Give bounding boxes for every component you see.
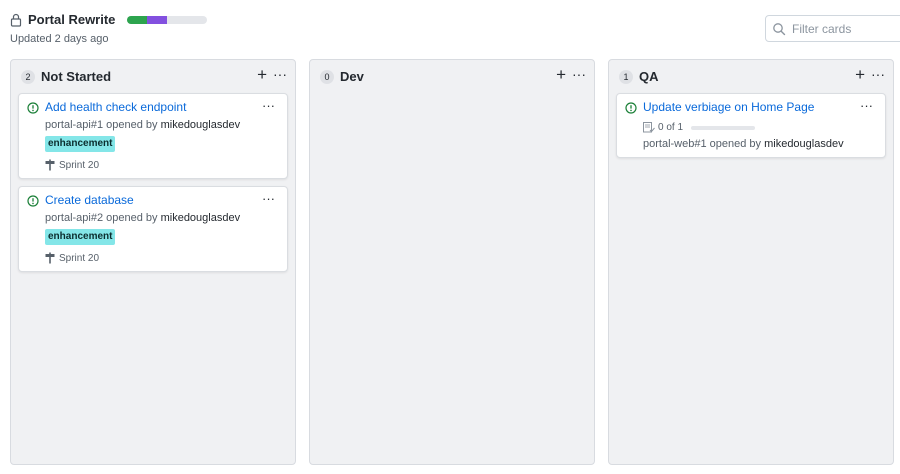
column-header: 2 Not Started + ··· [11, 60, 295, 93]
column-card-count: 1 [619, 70, 633, 84]
add-card-icon[interactable]: + [556, 65, 566, 85]
task-progress: 0 of 1 [643, 122, 756, 133]
title-row: Portal Rewrite [10, 12, 208, 27]
issue-meta: portal-web#1 opened by mikedouglasdev [643, 138, 844, 150]
column-title: Not Started [41, 69, 112, 84]
milestone[interactable]: Sprint 20 [45, 252, 99, 264]
column-card-count: 0 [320, 70, 334, 84]
task-progress-bar [691, 125, 756, 130]
column-more-options-icon[interactable]: ··· [572, 65, 586, 83]
issue-author-link[interactable]: mikedouglasdev [161, 212, 241, 224]
card-more-options-icon[interactable]: ··· [262, 98, 275, 113]
updated-timestamp: Updated 2 days ago [10, 33, 109, 45]
progress-in-progress-segment [147, 15, 168, 24]
opened-by-text: opened by [103, 119, 161, 131]
project-progress-bar [127, 15, 208, 24]
issue-title-link[interactable]: Create database [45, 193, 134, 207]
open-issue-icon [27, 102, 39, 114]
checklist-icon [643, 122, 655, 133]
filter-cards-input[interactable] [792, 21, 900, 36]
milestone-icon [45, 252, 55, 264]
label-enhancement[interactable]: enhancement [45, 229, 116, 245]
column-header: 1 QA + ··· [609, 60, 893, 93]
label-enhancement[interactable]: enhancement [45, 136, 116, 152]
issue-author-link[interactable]: mikedouglasdev [161, 119, 241, 131]
card-more-options-icon[interactable]: ··· [262, 191, 275, 206]
column-more-options-icon[interactable]: ··· [871, 65, 885, 83]
add-card-icon[interactable]: + [257, 65, 267, 85]
column-dev: 0 Dev + ··· [309, 59, 595, 465]
task-count: 0 of 1 [658, 122, 684, 133]
milestone-label: Sprint 20 [59, 252, 100, 264]
milestone[interactable]: Sprint 20 [45, 159, 99, 171]
search-icon [773, 22, 786, 35]
column-card-count: 2 [21, 70, 35, 84]
issue-meta: portal-api#1 opened by mikedouglasdev [45, 119, 240, 131]
issue-reference: portal-api#1 [45, 119, 104, 131]
issue-reference: portal-web#1 [643, 138, 707, 150]
column-not-started: 2 Not Started + ··· Add health check end… [10, 59, 296, 465]
issue-meta: portal-api#2 opened by mikedouglasdev [45, 212, 240, 224]
add-card-icon[interactable]: + [855, 65, 865, 85]
issue-reference: portal-api#2 [45, 212, 104, 224]
column-header: 0 Dev + ··· [310, 60, 594, 93]
progress-done-segment [127, 15, 148, 24]
column-qa: 1 QA + ··· Update verbiage on Home Page … [608, 59, 894, 465]
issue-card[interactable]: Add health check endpoint ··· portal-api… [18, 93, 288, 179]
opened-by-text: opened by [103, 212, 161, 224]
project-title: Portal Rewrite [28, 12, 116, 27]
project-header: Portal Rewrite Updated 2 days ago [0, 0, 900, 58]
issue-card[interactable]: Create database ··· portal-api#2 opened … [18, 186, 288, 272]
column-title: Dev [340, 69, 364, 84]
card-more-options-icon[interactable]: ··· [860, 98, 873, 113]
issue-title-link[interactable]: Add health check endpoint [45, 100, 186, 114]
column-title: QA [639, 69, 659, 84]
issue-author-link[interactable]: mikedouglasdev [764, 138, 844, 150]
milestone-label: Sprint 20 [59, 159, 100, 171]
issue-title-link[interactable]: Update verbiage on Home Page [643, 100, 814, 114]
open-issue-icon [625, 102, 637, 114]
issue-card[interactable]: Update verbiage on Home Page ··· 0 of 1 … [616, 93, 886, 158]
opened-by-text: opened by [706, 138, 765, 150]
filter-cards-field[interactable] [765, 15, 900, 42]
lock-icon [10, 13, 22, 27]
milestone-icon [45, 159, 55, 171]
column-more-options-icon[interactable]: ··· [273, 65, 287, 83]
open-issue-icon [27, 195, 39, 207]
